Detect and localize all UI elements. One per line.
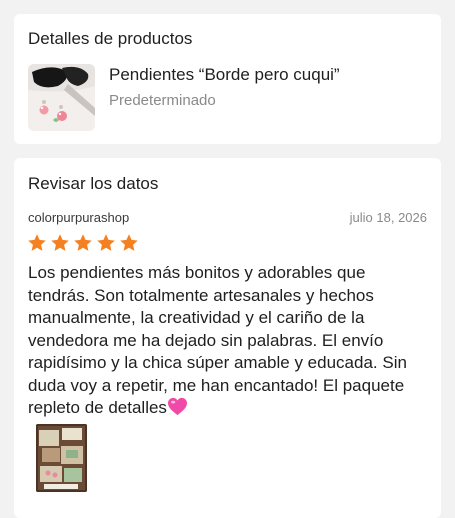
review-body: Los pendientes más bonitos y adorables q… [28, 263, 407, 417]
product-name[interactable]: Pendientes “Borde pero cuqui” [109, 65, 340, 85]
star-icon [51, 234, 69, 251]
shop-name: colorpurpurashop [28, 210, 130, 225]
product-details-card: Detalles de productos Pendientes “Borde … [14, 14, 441, 144]
product-variant: Predeterminado [109, 92, 216, 109]
product-thumbnail[interactable] [28, 64, 95, 131]
star-icon [28, 234, 46, 251]
review-photo-image [36, 424, 87, 492]
star-icon [97, 234, 115, 251]
review-text: Los pendientes más bonitos y adorables q… [28, 262, 428, 420]
review-photo[interactable] [36, 424, 87, 492]
review-card: Revisar los datos colorpurpurashop julio… [14, 158, 441, 518]
star-rating [27, 233, 139, 253]
product-details-title: Detalles de productos [28, 29, 193, 48]
review-date: julio 18, 2026 [349, 210, 427, 225]
review-details-title: Revisar los datos [28, 174, 159, 193]
pink-heart-icon [167, 397, 187, 416]
product-image [28, 64, 95, 131]
star-icon [74, 234, 92, 251]
star-icon [120, 234, 138, 251]
